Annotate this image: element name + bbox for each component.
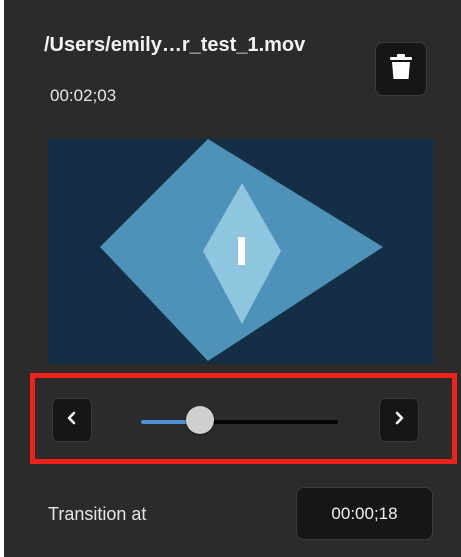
video-preview: [48, 139, 433, 364]
chevron-left-icon: [66, 411, 78, 430]
scrubber-track[interactable]: [141, 420, 338, 424]
transition-label: Transition at: [48, 504, 147, 524]
next-frame-button[interactable]: [379, 398, 419, 442]
scrubber-thumb[interactable]: [186, 406, 215, 434]
chevron-right-icon: [393, 411, 405, 430]
previous-frame-button[interactable]: [52, 398, 92, 442]
preview-center-highlight: [238, 237, 245, 265]
trash-icon: [390, 53, 412, 85]
transition-time-field[interactable]: 00:00;18: [296, 487, 433, 540]
clip-duration: 00:02;03: [50, 86, 117, 105]
delete-clip-button[interactable]: [375, 42, 427, 96]
file-path: /Users/emily…r_test_1.mov: [44, 34, 306, 56]
